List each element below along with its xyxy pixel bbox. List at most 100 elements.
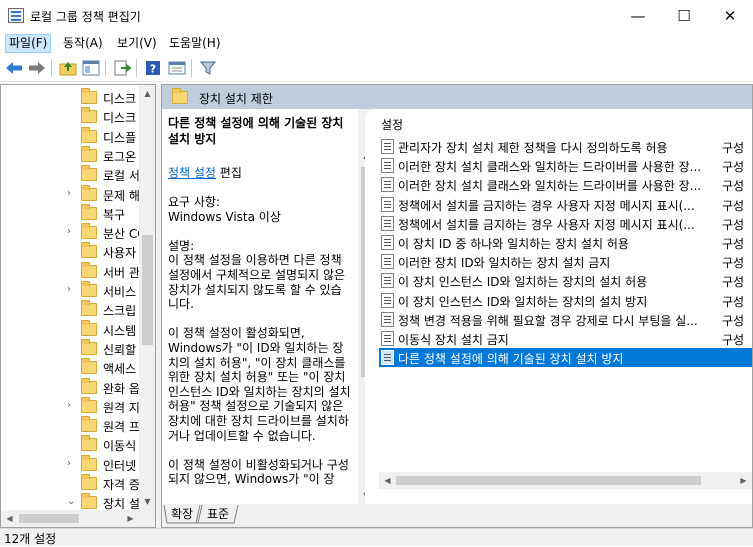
- policy-setting-icon: [381, 311, 394, 327]
- folder-icon: [81, 396, 97, 413]
- setting-state: 구성: [722, 275, 745, 290]
- back-icon[interactable]: [3, 58, 25, 78]
- folder-icon: [81, 435, 97, 452]
- setting-state: 구성: [722, 141, 745, 155]
- tree-vertical-scrollbar[interactable]: ▲ ▼: [139, 85, 155, 510]
- setting-state: 구성: [722, 160, 745, 175]
- maximize-button[interactable]: ☐: [661, 0, 707, 32]
- help-icon[interactable]: ?: [142, 58, 164, 78]
- properties-view-icon[interactable]: [166, 58, 188, 78]
- svg-text:?: ?: [150, 63, 156, 76]
- setting-row[interactable]: 이동식 장치 설치 금지 구성: [379, 329, 752, 348]
- folder-icon: [81, 454, 97, 471]
- policy-tree-pane[interactable]: 디스크디스크디스플로그온로컬 서›문제 해복구›분산 CO사용자서버 관›서비스…: [0, 84, 156, 528]
- scroll-right-arrow-icon[interactable]: ▶: [735, 472, 752, 489]
- tree-item[interactable]: 로컬 서: [1, 165, 141, 184]
- tree-item[interactable]: 로그온: [1, 145, 141, 165]
- tree-item[interactable]: 스크립: [1, 300, 141, 319]
- tree-item[interactable]: 디스크: [1, 88, 141, 107]
- setting-row[interactable]: 이 장치 ID 중 하나와 일치하는 장치 설치 허용 구성: [379, 233, 752, 252]
- tree-item[interactable]: 복구: [1, 203, 141, 223]
- tree-item-label: 원격 프: [103, 420, 140, 435]
- tree-item[interactable]: 디스크: [1, 107, 141, 126]
- setting-row[interactable]: 이러한 장치 설치 클래스와 일치하는 드라이버를 사용한 장... 구성: [379, 175, 752, 194]
- setting-row[interactable]: 이러한 장치 설치 클래스와 일치하는 드라이버를 사용한 장... 구성: [379, 156, 752, 175]
- setting-state: 구성: [722, 179, 745, 194]
- menu-view[interactable]: 보기(V): [114, 34, 160, 53]
- tree-item[interactable]: › 분산 CO: [1, 223, 141, 242]
- tree-collapse-arrow-icon[interactable]: ⌄: [67, 496, 75, 507]
- list-hscroll-thumb[interactable]: [396, 476, 701, 485]
- setting-row[interactable]: 이러한 장치 ID와 일치하는 장치 설치 금지 구성: [379, 252, 752, 271]
- setting-row[interactable]: 이 장치 인스턴스 ID와 일치하는 장치의 설치 허용 구성: [379, 271, 752, 290]
- folder-icon: [81, 242, 97, 259]
- tree-item[interactable]: 이동식: [1, 435, 141, 454]
- policy-setting-icon: [381, 196, 394, 212]
- tree-expand-arrow-icon[interactable]: ›: [67, 400, 71, 411]
- folder-icon: [81, 223, 97, 240]
- tree-hscroll-thumb[interactable]: [19, 514, 79, 523]
- tree-item[interactable]: › 서비스: [1, 281, 141, 300]
- setting-row[interactable]: 정책에서 설치를 금지하는 경우 사용자 지정 메시지 표시(... 구성: [379, 214, 752, 233]
- edit-policy-link[interactable]: 정책 설정: [168, 166, 216, 180]
- tab-standard[interactable]: 표준: [207, 506, 229, 523]
- tab-extended[interactable]: 확장: [171, 506, 193, 523]
- scroll-right-arrow-icon[interactable]: ▶: [122, 510, 139, 527]
- status-text: 12개 설정: [4, 532, 57, 546]
- tree-item-label: 로그온: [103, 149, 137, 164]
- tree-item[interactable]: 시스템: [1, 319, 141, 339]
- tree-expand-arrow-icon[interactable]: ›: [67, 458, 71, 469]
- folder-icon: [81, 107, 97, 124]
- content-area: 디스크디스크디스플로그온로컬 서›문제 해복구›분산 CO사용자서버 관›서비스…: [0, 84, 753, 528]
- tree-item[interactable]: 디스플: [1, 126, 141, 146]
- tree-item[interactable]: 사용자: [1, 242, 141, 261]
- tree-item[interactable]: 액세스: [1, 358, 141, 377]
- tree-item[interactable]: 신뢰할: [1, 338, 141, 358]
- tree-scroll-thumb[interactable]: [142, 235, 153, 345]
- setting-row[interactable]: 다른 정책 설정에 의해 기술된 장치 설치 방지: [379, 348, 752, 368]
- scroll-left-arrow-icon[interactable]: ◀: [379, 472, 396, 489]
- tree-item-label: 자격 증: [103, 478, 140, 492]
- close-button[interactable]: ✕: [707, 0, 753, 32]
- setting-row[interactable]: 정책에서 설치를 금지하는 경우 사용자 지정 메시지 표시(... 구성: [379, 195, 752, 214]
- tree-expand-arrow-icon[interactable]: ›: [67, 188, 71, 199]
- tree-item[interactable]: 자격 증: [1, 474, 141, 493]
- policy-setting-icon: [381, 292, 394, 308]
- policy-setting-icon: [381, 177, 394, 193]
- settings-column-header[interactable]: 설정: [365, 109, 752, 137]
- up-folder-icon[interactable]: [57, 58, 79, 78]
- tree-item[interactable]: › 인터넷: [1, 454, 141, 474]
- toolbar-separator: [51, 59, 52, 77]
- export-list-icon[interactable]: [111, 58, 133, 78]
- scroll-down-arrow-icon[interactable]: ▼: [139, 493, 155, 510]
- filter-icon[interactable]: [197, 58, 219, 78]
- list-horizontal-scrollbar[interactable]: ◀ ▶: [379, 472, 752, 489]
- tree-item[interactable]: 서버 관: [1, 261, 141, 281]
- tree-item[interactable]: › 원격 지: [1, 396, 141, 416]
- setting-row[interactable]: 이 장치 인스턴스 ID와 일치하는 장치의 설치 방지 구성: [379, 291, 752, 310]
- scroll-up-arrow-icon[interactable]: ▲: [139, 85, 155, 102]
- tree-horizontal-scrollbar[interactable]: ◀ ▶: [1, 510, 155, 527]
- policy-setting-icon: [381, 331, 394, 346]
- tree-expand-arrow-icon[interactable]: ›: [67, 284, 71, 295]
- setting-state: 구성: [722, 256, 745, 271]
- show-hide-tree-icon[interactable]: [80, 58, 102, 78]
- policy-setting-icon: [381, 254, 394, 270]
- tree-item[interactable]: › 문제 해: [1, 184, 141, 204]
- tree-expand-arrow-icon[interactable]: ›: [67, 226, 71, 237]
- tree-item[interactable]: 완화 옵: [1, 377, 141, 397]
- pane-header-title: 장치 설치 제한: [199, 92, 273, 106]
- menu-file[interactable]: 파일(F): [5, 34, 52, 53]
- folder-icon: [81, 126, 97, 143]
- menu-action[interactable]: 동작(A): [60, 34, 106, 53]
- menu-help[interactable]: 도움말(H): [166, 34, 224, 53]
- scroll-left-arrow-icon[interactable]: ◀: [1, 510, 18, 527]
- setting-row[interactable]: 정책 변경 적용을 위해 필요할 경우 강제로 다시 부팅을 실... 구성: [379, 310, 752, 329]
- setting-row[interactable]: 관리자가 장치 설치 제한 정책을 다시 정의하도록 허용 구성: [379, 137, 752, 156]
- pane-header: 장치 설치 제한: [162, 85, 752, 109]
- forward-icon[interactable]: [26, 58, 48, 78]
- minimize-button[interactable]: —: [615, 0, 661, 32]
- setting-state: 구성: [722, 217, 745, 232]
- status-bar: 12개 설정: [0, 528, 753, 546]
- tree-item[interactable]: 원격 프: [1, 416, 141, 435]
